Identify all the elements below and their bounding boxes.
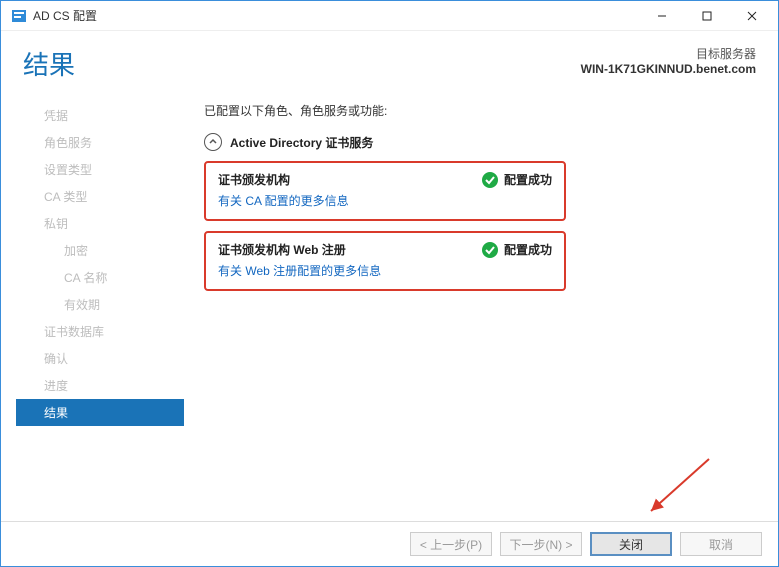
window-controls — [639, 2, 774, 30]
titlebar: AD CS 配置 — [1, 1, 778, 31]
result-card-1: 证书颁发机构 Web 注册 配置成功有关 Web 注册配置的更多信息 — [204, 231, 566, 291]
sidebar-item-8: 证书数据库 — [16, 318, 184, 345]
close-button[interactable]: 关闭 — [590, 532, 672, 556]
sidebar-item-4: 私钥 — [16, 210, 184, 237]
sidebar: 凭据角色服务设置类型CA 类型私钥加密CA 名称有效期证书数据库确认进度结果 — [16, 92, 184, 521]
result-name: 证书颁发机构 — [218, 171, 482, 188]
close-window-button[interactable] — [729, 2, 774, 30]
sidebar-item-6: CA 名称 — [16, 264, 184, 291]
sidebar-item-0: 凭据 — [16, 102, 184, 129]
status-text: 配置成功 — [504, 171, 552, 188]
header-area: 结果 目标服务器 WIN-1K71GKINNUD.benet.com — [1, 31, 778, 92]
sidebar-item-11[interactable]: 结果 — [16, 399, 184, 426]
section-header[interactable]: Active Directory 证书服务 — [204, 133, 758, 151]
sidebar-item-3: CA 类型 — [16, 183, 184, 210]
result-link[interactable]: 有关 CA 配置的更多信息 — [218, 192, 552, 209]
target-server-name: WIN-1K71GKINNUD.benet.com — [581, 62, 756, 76]
intro-text: 已配置以下角色、角色服务或功能: — [204, 102, 758, 119]
section-title: Active Directory 证书服务 — [230, 134, 373, 151]
cancel-button: 取消 — [680, 532, 762, 556]
sidebar-item-10: 进度 — [16, 372, 184, 399]
success-icon — [482, 242, 498, 258]
next-button: 下一步(N) > — [500, 532, 582, 556]
body-area: 凭据角色服务设置类型CA 类型私钥加密CA 名称有效期证书数据库确认进度结果 已… — [1, 92, 778, 521]
result-row: 证书颁发机构 Web 注册 配置成功 — [218, 241, 552, 258]
adcs-config-window: AD CS 配置 结果 目标服务器 WIN-1K71GKINNUD.benet.… — [0, 0, 779, 567]
sidebar-item-7: 有效期 — [16, 291, 184, 318]
content-pane: 已配置以下角色、角色服务或功能: Active Directory 证书服务 证… — [184, 92, 778, 521]
page-title: 结果 — [23, 45, 581, 82]
target-server-label: 目标服务器 — [581, 45, 756, 62]
results-container: 证书颁发机构配置成功有关 CA 配置的更多信息证书颁发机构 Web 注册配置成功… — [204, 161, 758, 291]
sidebar-item-5: 加密 — [16, 237, 184, 264]
result-row: 证书颁发机构 配置成功 — [218, 171, 552, 188]
success-icon — [482, 172, 498, 188]
target-server-block: 目标服务器 WIN-1K71GKINNUD.benet.com — [581, 45, 756, 76]
minimize-button[interactable] — [639, 2, 684, 30]
chevron-up-icon[interactable] — [204, 133, 222, 151]
previous-button: < 上一步(P) — [410, 532, 492, 556]
app-icon — [11, 8, 27, 24]
result-card-0: 证书颁发机构 配置成功有关 CA 配置的更多信息 — [204, 161, 566, 221]
button-bar: < 上一步(P) 下一步(N) > 关闭 取消 — [1, 521, 778, 566]
result-link[interactable]: 有关 Web 注册配置的更多信息 — [218, 262, 552, 279]
maximize-button[interactable] — [684, 2, 729, 30]
sidebar-item-2: 设置类型 — [16, 156, 184, 183]
result-name: 证书颁发机构 Web 注册 — [218, 241, 482, 258]
sidebar-item-1: 角色服务 — [16, 129, 184, 156]
status-text: 配置成功 — [504, 241, 552, 258]
window-title: AD CS 配置 — [33, 7, 639, 24]
sidebar-item-9: 确认 — [16, 345, 184, 372]
